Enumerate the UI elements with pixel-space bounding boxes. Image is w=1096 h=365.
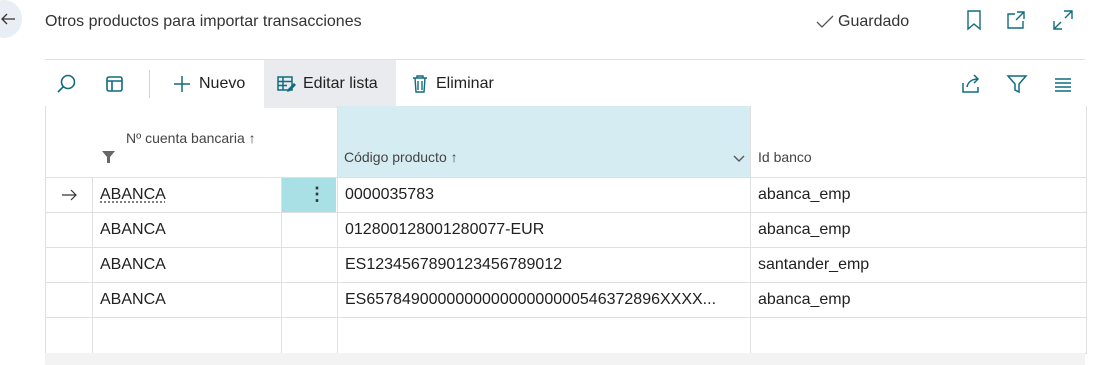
grid-divider xyxy=(46,282,1086,283)
bookmark-button[interactable] xyxy=(963,9,985,31)
cell-product[interactable]: ES657849000000000000000000546372896XXXX.… xyxy=(345,291,743,309)
filter-pane-icon xyxy=(106,76,123,92)
new-button[interactable]: Nuevo xyxy=(172,60,245,108)
saved-label: Guardado xyxy=(838,13,910,30)
back-button[interactable] xyxy=(0,0,22,38)
grid-divider xyxy=(46,177,1086,178)
cell-bank[interactable]: santander_emp xyxy=(758,256,869,274)
list-view-icon xyxy=(1055,78,1071,92)
sort-ascending-icon: ↑ xyxy=(450,149,458,165)
search-icon xyxy=(57,74,76,93)
chevron-down-icon[interactable] xyxy=(733,155,745,163)
edit-list-button[interactable]: Editar lista xyxy=(264,60,396,108)
grid-divider xyxy=(750,106,751,353)
edit-list-button-label: Editar lista xyxy=(303,75,378,92)
expand-icon xyxy=(1053,10,1073,30)
column-header-account[interactable]: Nº cuenta bancaria ↑ xyxy=(126,130,256,146)
row-actions-button[interactable]: ⋮ xyxy=(282,178,336,212)
share-icon xyxy=(962,74,980,93)
data-grid: Nº cuenta bancaria ↑ Código producto ↑ I… xyxy=(45,106,1087,354)
grid-divider xyxy=(46,317,1086,318)
cell-account[interactable]: ABANCA xyxy=(100,291,166,309)
cell-account[interactable]: ABANCA xyxy=(100,186,166,204)
checkmark-icon xyxy=(816,15,834,28)
toolbar-divider xyxy=(149,70,150,98)
delete-button-label: Eliminar xyxy=(436,75,494,92)
sort-ascending-icon: ↑ xyxy=(248,130,256,146)
filter-button[interactable] xyxy=(1006,60,1028,108)
grid-divider xyxy=(92,177,93,353)
selected-column-header-bg xyxy=(337,106,750,177)
saved-status: Guardado xyxy=(816,13,909,31)
share-button[interactable] xyxy=(960,60,982,108)
grid-divider xyxy=(46,212,1086,213)
arrow-left-icon xyxy=(1,13,15,25)
open-new-window-button[interactable] xyxy=(1005,9,1027,31)
column-header-bank[interactable]: Id banco xyxy=(758,149,812,165)
cell-bank[interactable]: abanca_emp xyxy=(758,221,851,239)
edit-list-icon xyxy=(277,76,296,92)
plus-icon xyxy=(174,76,190,92)
filter-icon xyxy=(1006,75,1028,94)
search-button[interactable] xyxy=(55,60,77,108)
delete-button[interactable]: Eliminar xyxy=(411,60,494,108)
filter-pane-button[interactable] xyxy=(105,60,125,108)
new-button-label: Nuevo xyxy=(199,75,246,92)
page-title: Otros productos para importar transaccio… xyxy=(45,13,362,30)
trash-icon xyxy=(413,75,427,93)
cell-bank[interactable]: abanca_emp xyxy=(758,291,851,309)
bookmark-icon xyxy=(967,10,981,31)
grid-divider xyxy=(337,106,338,353)
column-header-product[interactable]: Código producto ↑ xyxy=(344,149,458,165)
filter-active-icon xyxy=(102,151,115,163)
more-actions-icon: ⋮ xyxy=(308,184,326,204)
expand-button[interactable] xyxy=(1052,9,1074,31)
cell-account[interactable]: ABANCA xyxy=(100,221,166,239)
grid-divider xyxy=(46,247,1086,248)
current-row-arrow-icon xyxy=(62,189,77,201)
cell-bank[interactable]: abanca_emp xyxy=(758,186,851,204)
action-toolbar: Nuevo Editar lista Eliminar xyxy=(45,59,1085,108)
cell-product[interactable]: 012800128001280077-EUR xyxy=(345,221,544,239)
cell-account[interactable]: ABANCA xyxy=(100,256,166,274)
list-view-button[interactable] xyxy=(1053,60,1073,108)
grid-footer xyxy=(45,353,1085,365)
cell-product[interactable]: 0000035783 xyxy=(345,186,434,204)
cell-product[interactable]: ES1234567890123456789012 xyxy=(345,256,562,274)
open-in-new-window-icon xyxy=(1007,11,1025,29)
